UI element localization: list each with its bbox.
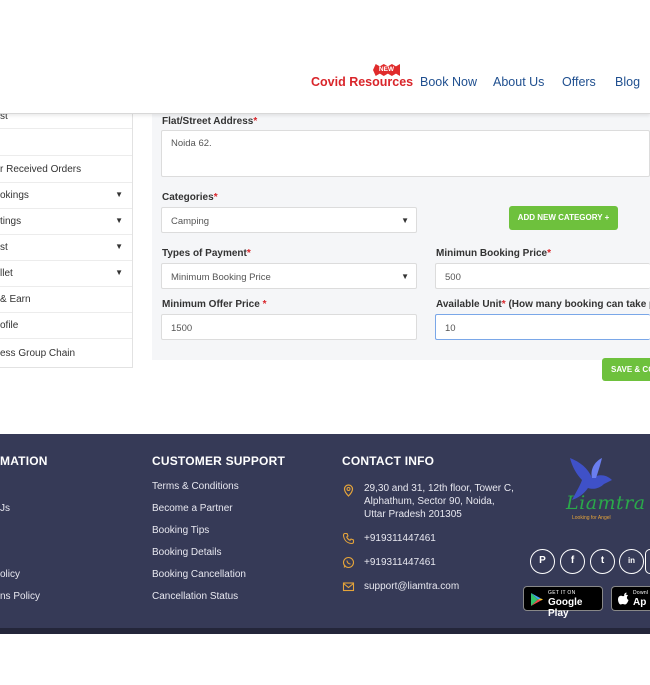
sidebar-item-label: okings [0, 190, 29, 201]
logo-tagline: Looking for Angel [572, 515, 611, 521]
save-continue-button[interactable]: SAVE & CO [602, 358, 650, 381]
contact-whatsapp[interactable]: +919311447461 [364, 557, 436, 568]
sidebar-item-label: tings [0, 216, 22, 227]
main-nav: Covid Resources Book Now About Us Offers… [0, 75, 650, 91]
google-play-big-text: Google Play [548, 597, 583, 619]
chevron-down-icon: ▼ [115, 242, 123, 251]
add-new-category-button[interactable]: ADD NEW CATEGORY + [509, 206, 618, 230]
sidebar-item-label: ess Group Chain [0, 348, 76, 359]
footer-link-terms-conditions[interactable]: Terms & Conditions [152, 481, 239, 492]
chevron-down-icon: ▼ [115, 190, 123, 199]
sidebar-item-label: st [0, 242, 8, 253]
whatsapp-icon [342, 556, 355, 569]
min-offer-price-input[interactable]: 1500 [161, 314, 417, 340]
information-heading: MATION [0, 454, 48, 468]
contact-address-line-2: Alphathum, Sector 90, Noida, [364, 496, 495, 507]
contact-email[interactable]: support@liamtra.com [364, 581, 459, 592]
google-play-small-text: GET IT ON [548, 590, 576, 596]
nav-covid-resources[interactable]: Covid Resources [311, 75, 413, 89]
sidebar-item-bookings[interactable]: okings ▼ [0, 183, 132, 209]
sidebar-item-profile[interactable]: ofile [0, 313, 132, 339]
sidebar-item-listings[interactable]: tings ▼ [0, 209, 132, 235]
contact-info-heading: CONTACT INFO [342, 454, 435, 468]
categories-label: Categories* [162, 192, 218, 203]
contact-address-line-1: 29,30 and 31, 12th floor, Tower C, [364, 483, 514, 494]
google-play-icon [531, 593, 543, 606]
pinterest-icon[interactable]: P [530, 549, 555, 574]
sidebar-item-received-orders[interactable]: r Received Orders [0, 156, 132, 183]
categories-select[interactable]: Camping ▼ [161, 207, 417, 233]
footer-link-terms-policy[interactable]: ns Policy [0, 591, 40, 602]
chevron-down-icon: ▼ [115, 268, 123, 277]
chevron-down-icon: ▼ [401, 216, 409, 225]
available-unit-label: Available Unit* (How many booking can ta… [436, 299, 650, 310]
facebook-icon[interactable]: f [560, 549, 585, 574]
linkedin-icon[interactable]: in [619, 549, 644, 574]
address-textarea[interactable]: Noida 62. [161, 130, 650, 177]
footer-link-become-partner[interactable]: Become a Partner [152, 503, 233, 514]
sidebar-item-label: r Received Orders [0, 164, 82, 175]
sidebar-item-blank[interactable] [0, 129, 132, 156]
footer-link-privacy-policy[interactable]: olicy [0, 569, 20, 580]
sidebar-item-business-group-chain[interactable]: ess Group Chain [0, 339, 132, 368]
instagram-icon[interactable] [645, 549, 650, 574]
sidebar-item-list[interactable]: st ▼ [0, 235, 132, 261]
footer-link-about-us[interactable]: Js [0, 503, 10, 514]
mail-icon [342, 580, 355, 593]
contact-address-line-3: Uttar Pradesh 201305 [364, 509, 462, 520]
logo-wordmark: Liamtra [566, 492, 646, 514]
customer-support-heading: CUSTOMER SUPPORT [152, 454, 285, 468]
app-store-badge[interactable]: Downl Ap [611, 586, 650, 611]
footer-link-booking-cancellation[interactable]: Booking Cancellation [152, 569, 246, 580]
google-play-badge[interactable]: GET IT ON Google Play [523, 586, 603, 619]
liamtra-logo[interactable]: Liamtra Looking for Angel [560, 454, 645, 524]
location-pin-icon [342, 484, 355, 497]
phone-icon [342, 532, 355, 545]
apple-icon [618, 592, 629, 605]
contact-phone[interactable]: +919311447461 [364, 533, 436, 544]
listing-form: Flat/Street Address* Noida 62. Categorie… [152, 114, 650, 360]
chevron-down-icon: ▼ [401, 272, 409, 281]
payment-type-select[interactable]: Minimum Booking Price ▼ [161, 263, 417, 289]
nav-about-us[interactable]: About Us [493, 75, 544, 89]
twitter-icon[interactable]: t [590, 549, 615, 574]
address-label: Flat/Street Address* [162, 116, 258, 127]
app-store-small-text: Downl [633, 590, 649, 596]
app-store-big-text: Ap [633, 597, 647, 608]
min-offer-price-label: Minimum Offer Price * [162, 299, 267, 310]
account-sidebar: st r Received Orders okings ▼ tings ▼ st… [0, 100, 133, 368]
nav-book-now[interactable]: Book Now [420, 75, 477, 89]
sidebar-item-refer-earn[interactable]: & Earn [0, 287, 132, 313]
nav-offers[interactable]: Offers [562, 75, 596, 89]
chevron-down-icon: ▼ [115, 216, 123, 225]
footer-link-cancellation-status[interactable]: Cancellation Status [152, 591, 238, 602]
site-header: NEW Covid Resources Book Now About Us Of… [0, 0, 650, 114]
sidebar-item-label: llet [0, 268, 13, 279]
min-booking-price-input[interactable]: 500 [435, 263, 650, 289]
sidebar-item-wallet[interactable]: llet ▼ [0, 261, 132, 287]
footer-link-booking-tips[interactable]: Booking Tips [152, 525, 209, 536]
sidebar-item-label: & Earn [0, 294, 31, 305]
min-booking-price-label: Minimun Booking Price* [436, 248, 552, 259]
sidebar-item-label: ofile [0, 320, 19, 331]
nav-blog[interactable]: Blog [615, 75, 640, 89]
available-unit-input[interactable]: 10 [435, 314, 650, 340]
payment-type-label: Types of Payment* [162, 248, 251, 259]
footer-link-booking-details[interactable]: Booking Details [152, 547, 221, 558]
